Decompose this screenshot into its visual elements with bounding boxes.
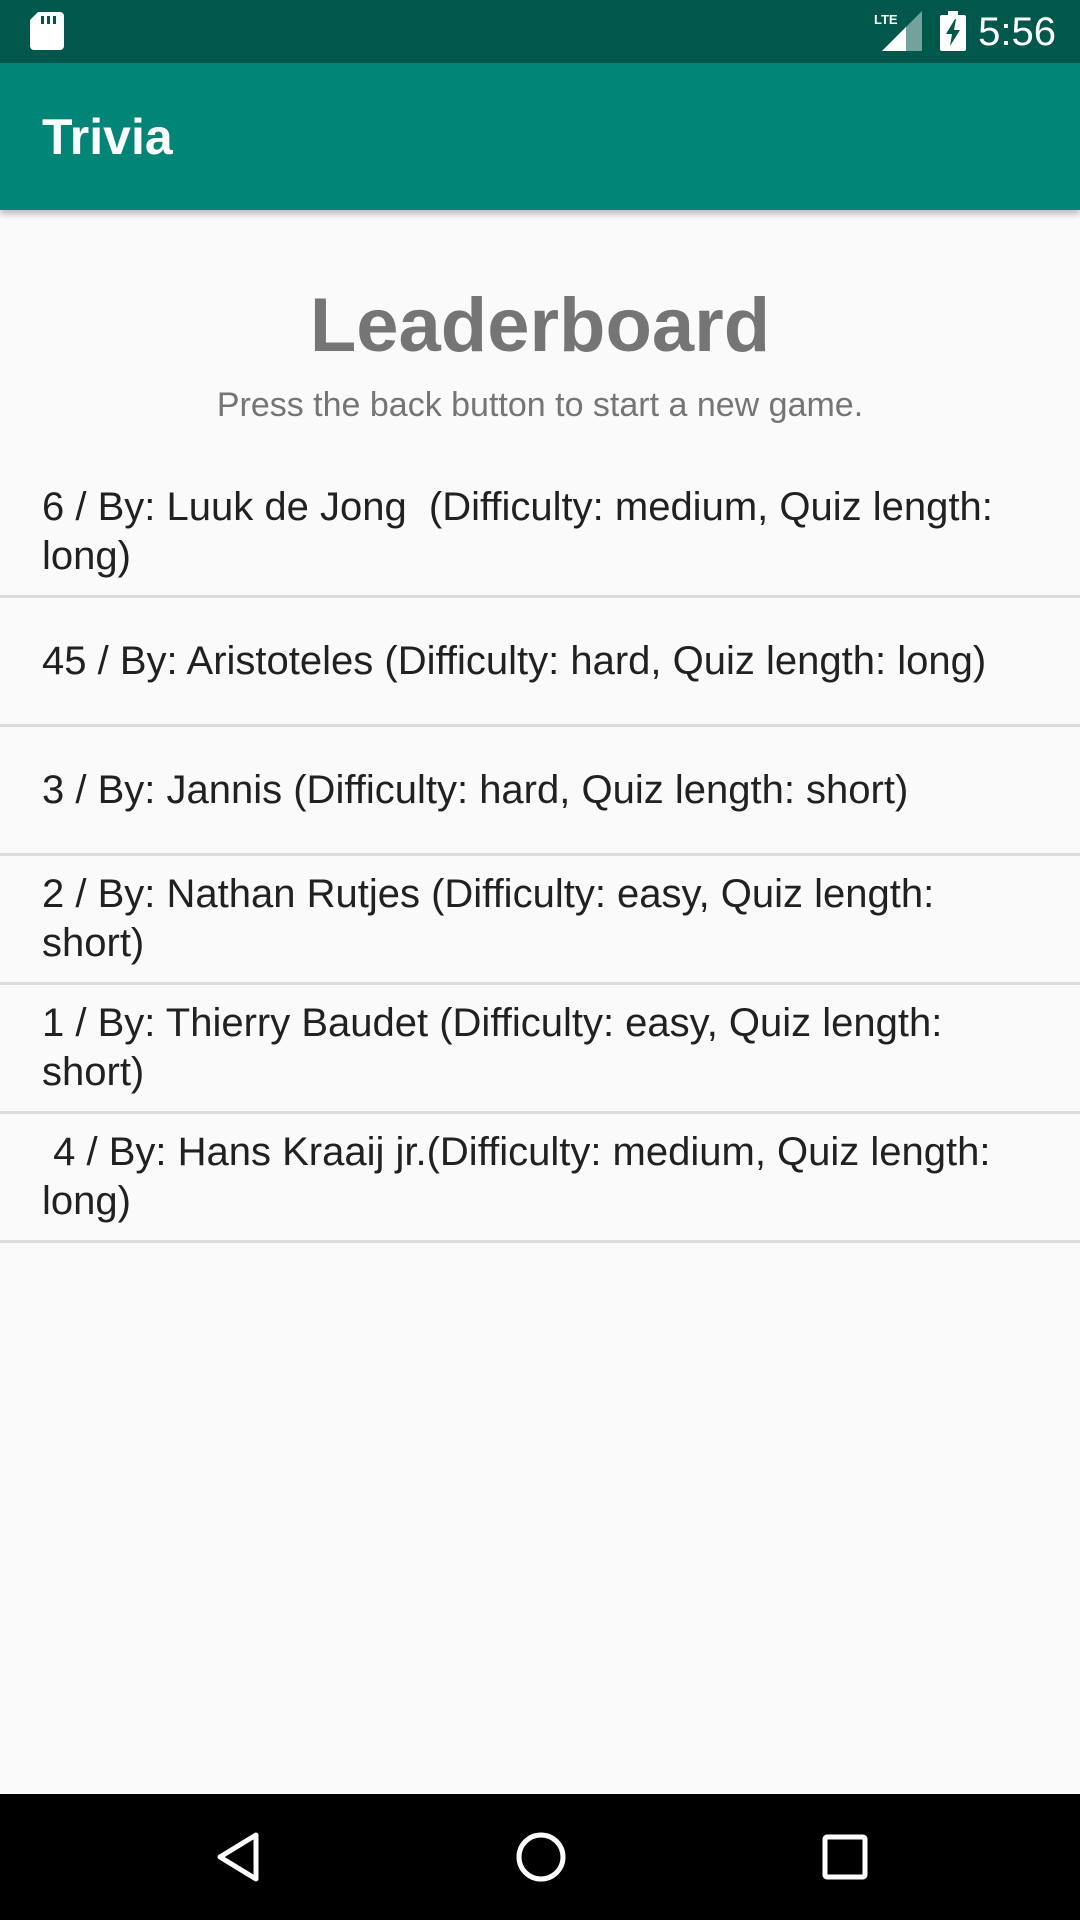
- back-icon[interactable]: [210, 1827, 270, 1891]
- navigation-bar: [0, 1794, 1080, 1920]
- page-title: Leaderboard: [309, 283, 771, 368]
- list-item[interactable]: 45 / By: Aristoteles (Difficulty: hard, …: [0, 598, 1080, 727]
- list-item[interactable]: 4 / By: Hans Kraaij jr.(Difficulty: medi…: [0, 1114, 1080, 1243]
- list-item[interactable]: 2 / By: Nathan Rutjes (Difficulty: easy,…: [0, 856, 1080, 985]
- list-item[interactable]: 1 / By: Thierry Baudet (Difficulty: easy…: [0, 985, 1080, 1114]
- sd-card-icon: [30, 12, 64, 54]
- list-item[interactable]: 6 / By: Luuk de Jong (Difficulty: medium…: [0, 469, 1080, 598]
- recents-icon[interactable]: [820, 1827, 870, 1891]
- app-title: Trivia: [42, 109, 173, 165]
- list-item[interactable]: 3 / By: Jannis (Difficulty: hard, Quiz l…: [0, 727, 1080, 856]
- battery-charging-icon: [940, 11, 966, 55]
- status-time: 5:56: [978, 10, 1056, 54]
- leaderboard-list[interactable]: 6 / By: Luuk de Jong (Difficulty: medium…: [0, 469, 1080, 1243]
- status-bar: LTE 5:56: [0, 0, 1080, 63]
- home-icon[interactable]: [514, 1827, 568, 1891]
- lte-signal-icon: LTE: [872, 11, 922, 55]
- svg-text:LTE: LTE: [874, 12, 898, 27]
- page-subtitle: Press the back button to start a new gam…: [216, 386, 864, 424]
- app-bar: Trivia: [0, 63, 1080, 210]
